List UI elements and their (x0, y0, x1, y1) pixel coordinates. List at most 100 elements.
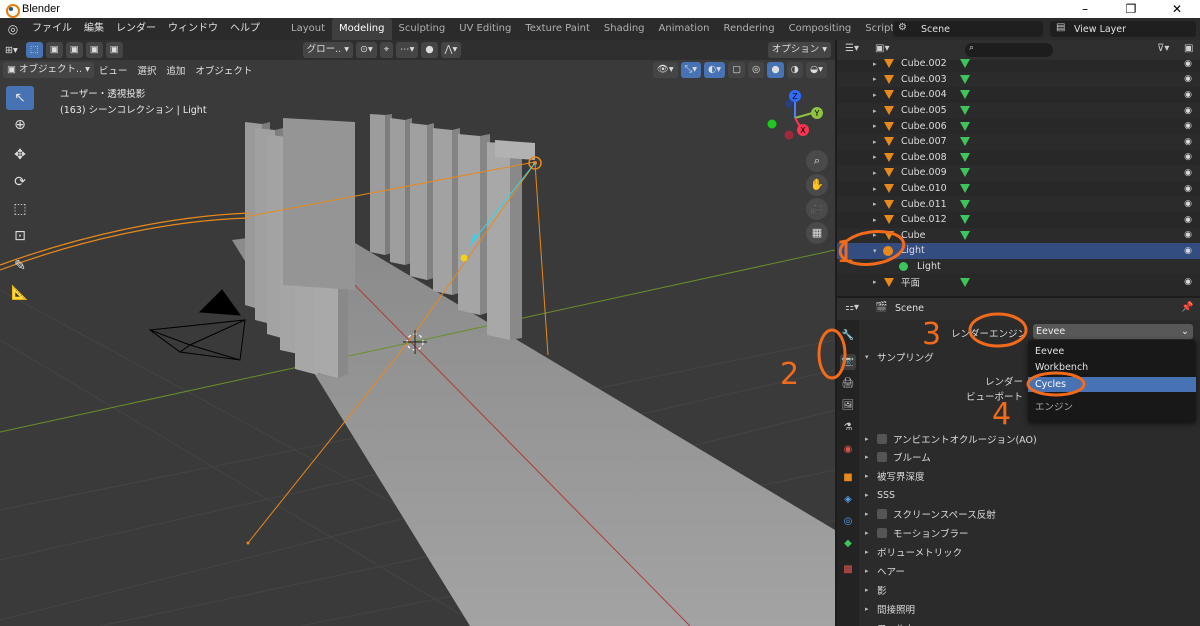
render-section[interactable]: ▸ 影 (865, 581, 1195, 598)
menu-help[interactable]: ヘルプ (224, 18, 266, 40)
pan-view-icon[interactable]: ✋ (806, 174, 828, 196)
select-mode-invert-icon[interactable]: ▣ (105, 42, 123, 58)
mesh-data-icon[interactable] (960, 90, 970, 100)
mesh-data-icon[interactable] (960, 137, 970, 147)
visibility-eye-icon[interactable]: ◉ (1184, 121, 1192, 131)
outliner-row[interactable]: ▾ Light ◉ (837, 243, 1200, 259)
outliner-row[interactable]: ▸ Cube.005 ◉ (837, 102, 1200, 119)
camera-view-icon[interactable]: 🎥 (806, 198, 828, 220)
scale-tool-icon[interactable]: ⬚ (6, 197, 34, 221)
mesh-data-icon[interactable] (960, 59, 970, 69)
display-mode-icon[interactable]: ▣▾ (875, 43, 889, 54)
visibility-eye-icon[interactable]: ◉ (1184, 277, 1192, 287)
outliner-row[interactable]: ▸ Cube.012 ◉ (837, 212, 1200, 228)
engine-option-workbench[interactable]: Workbench (1028, 360, 1196, 375)
blender-menu-icon[interactable]: ◎ (4, 20, 22, 38)
outliner-row[interactable]: ▸ Cube ◉ (837, 227, 1200, 244)
outliner-editor-icon[interactable]: ☰▾ (845, 43, 859, 54)
physics-tab-icon[interactable]: ◎ (840, 514, 856, 530)
expand-arrow-icon[interactable]: ▸ (873, 107, 877, 115)
object-data-tab-icon[interactable]: ◆ (840, 536, 856, 552)
render-section[interactable]: ▸ アンビエントオクルージョン(AO) (865, 430, 1195, 447)
visibility-eye-icon[interactable]: ◉ (1184, 90, 1192, 100)
render-section[interactable]: ▸ 被写界深度 (865, 468, 1195, 485)
close-button[interactable]: ✕ (1154, 0, 1200, 18)
move-tool-icon[interactable]: ✥ (6, 143, 34, 167)
select-tool-button[interactable]: ⬚ (25, 42, 43, 58)
visibility-eye-icon[interactable]: ◉ (1184, 137, 1192, 147)
render-engine-menu[interactable]: Eevee Workbench Cycles エンジン (1028, 340, 1196, 422)
view-layer-tab-icon[interactable]: 🖼 (840, 398, 856, 414)
tab-modeling[interactable]: Modeling (332, 18, 392, 40)
properties-panel[interactable]: ⚏▾ 🎬 Scene 📌 🔧 📷 🖨 🖼 ⚗ ◉ ■ ◈ ◎ ◆ ▩ レンダーエ… (837, 298, 1200, 626)
render-engine-dropdown[interactable]: Eevee ⌄ (1033, 324, 1193, 339)
visibility-eye-icon[interactable]: ◉ (1184, 199, 1192, 209)
visibility-eye-icon[interactable]: ◉ (1184, 106, 1192, 116)
tab-texture-paint[interactable]: Texture Paint (518, 18, 597, 40)
falloff-icon[interactable]: ⋀▾ (440, 42, 462, 58)
expand-arrow-icon[interactable]: ▸ (873, 169, 877, 177)
engine-option-cycles[interactable]: Cycles (1028, 377, 1196, 392)
select-mode-new-icon[interactable]: ▣ (45, 42, 63, 58)
mode-dropdown[interactable]: ▣ オブジェクト.. ▾ (3, 62, 94, 78)
outliner-row[interactable]: ▸ Cube.010 ◉ (837, 181, 1200, 197)
render-section[interactable]: ▸ ボリューメトリック (865, 543, 1195, 560)
render-section[interactable]: ▸ スクリーンスペース反射 (865, 506, 1195, 523)
mesh-data-icon[interactable] (960, 121, 970, 131)
camera-object[interactable] (148, 289, 246, 361)
mesh-data-icon[interactable] (960, 184, 970, 194)
outliner-panel[interactable]: ☰▾ ▣▾ ⌕ ⊽▾ ▣ ▸ Cube.002 ◉ ▸ Cube.003 ◉ ▸ Cube.0… (837, 40, 1200, 296)
outliner-row[interactable]: ▸ Cube.011 ◉ (837, 196, 1200, 212)
ortho-toggle-icon[interactable]: ▦ (806, 222, 828, 244)
select-mode-subtract-icon[interactable]: ▣ (85, 42, 103, 58)
render-section[interactable]: ▸ SSS (865, 487, 1195, 504)
mesh-data-icon[interactable] (960, 199, 970, 209)
section-checkbox[interactable] (877, 528, 887, 538)
pin-icon[interactable]: 📌 (1181, 302, 1193, 313)
world-tab-icon[interactable]: ◉ (840, 442, 856, 458)
editor-type-icon[interactable]: ⊞▾ (0, 45, 23, 56)
menu-edit[interactable]: 編集 (78, 18, 110, 40)
tool-tab-icon[interactable]: 🔧 (840, 328, 856, 344)
scene-tab-icon[interactable]: ⚗ (840, 420, 856, 436)
proportional-edit-icon[interactable]: ● (421, 42, 438, 58)
texture-tab-icon[interactable]: ▩ (840, 562, 856, 578)
visibility-eye-icon[interactable]: ◉ (1184, 74, 1192, 84)
visibility-eye-icon[interactable]: ◉ (1184, 230, 1192, 240)
outliner-row[interactable]: ▸ Cube.004 ◉ (837, 87, 1200, 103)
expand-arrow-icon[interactable]: ▸ (873, 200, 877, 208)
render-section[interactable]: ▸フィルム (865, 619, 1195, 626)
select-box-tool-icon[interactable]: ↖ (6, 86, 34, 110)
outliner-row[interactable]: ▸ Cube.008 ◉ (837, 150, 1200, 166)
tab-uv-editing[interactable]: UV Editing (452, 18, 518, 40)
transform-orientation-dropdown[interactable]: グロー.. ▾ (302, 42, 353, 58)
shading-rendered-icon[interactable]: ◒▾ (805, 62, 827, 78)
xray-toggle-icon[interactable]: ▢ (728, 62, 746, 78)
engine-option-eevee[interactable]: Eevee (1028, 344, 1196, 359)
mesh-data-icon[interactable] (960, 277, 970, 287)
output-tab-icon[interactable]: 🖨 (840, 376, 856, 392)
overlay-toggle-icon[interactable]: ◐▾ (704, 62, 726, 78)
menu-render[interactable]: レンダー (110, 18, 162, 40)
mesh-data-icon[interactable] (960, 106, 970, 116)
menu-add[interactable]: 追加 (161, 63, 190, 77)
maximize-button[interactable]: ❐ (1108, 0, 1154, 18)
expand-arrow-icon[interactable]: ▸ (873, 185, 877, 193)
rotate-tool-icon[interactable]: ⟳ (6, 170, 34, 194)
3d-viewport[interactable]: ⊞▾ ⬚ ▣ ▣ ▣ ▣ グロー.. ▾ ⊙▾ ⌖ ⋯▾ ● ⋀▾ オプション … (0, 40, 835, 626)
render-tab-icon[interactable]: 📷 (840, 354, 856, 370)
tab-shading[interactable]: Shading (597, 18, 652, 40)
outliner-row[interactable]: ▸ 平面 ◉ (837, 274, 1200, 290)
visibility-eye-icon[interactable]: ◉ (1184, 168, 1192, 178)
tab-layout[interactable]: Layout (284, 18, 332, 40)
shading-material-icon[interactable]: ◑ (786, 62, 803, 78)
snap-icon[interactable]: ⌖ (379, 42, 394, 58)
expand-arrow-icon[interactable]: ▸ (873, 122, 877, 130)
annotate-tool-icon[interactable]: ✎ (6, 254, 34, 278)
render-section[interactable]: ▸ ブルーム (865, 449, 1195, 466)
select-mode-extend-icon[interactable]: ▣ (65, 42, 83, 58)
view-layer-selector[interactable]: ▤ View Layer (1050, 21, 1196, 37)
tab-compositing[interactable]: Compositing (782, 18, 859, 40)
visibility-eye-icon[interactable]: ◉ (1184, 152, 1192, 162)
gizmo-toggle-icon[interactable]: ⤡▾ (680, 62, 701, 78)
